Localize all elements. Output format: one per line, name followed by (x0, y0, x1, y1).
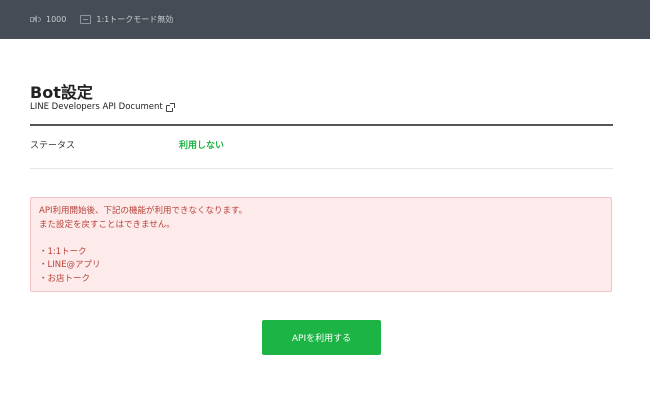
row-divider (30, 168, 613, 169)
speaker-icon (30, 15, 41, 24)
warning-item: ・お店トーク (39, 273, 91, 284)
section-divider (30, 124, 613, 126)
chat-mode-label: 1:1トークモード無効 (96, 15, 174, 24)
api-document-link-label: LINE Developers API Document (30, 102, 163, 112)
warning-box: API利用開始後、下記の機能が利用できなくなります。 また設定を戻すことはできま… (30, 197, 612, 292)
warning-item: ・1:1トーク (39, 246, 87, 257)
warning-item: ・LINE@アプリ (39, 260, 101, 270)
api-document-link[interactable]: LINE Developers API Document (30, 102, 175, 112)
message-count: 1000 (46, 15, 67, 24)
status-value: 利用しない (179, 141, 225, 151)
warning-line-1: API利用開始後、下記の機能が利用できなくなります。 (39, 206, 248, 216)
chat-mode-stat: 1:1トークモード無効 (80, 14, 173, 25)
use-api-button[interactable]: APIを利用する (262, 320, 381, 355)
external-link-icon (165, 102, 175, 112)
warning-line-2: また設定を戻すことはできません。 (39, 219, 175, 230)
page-title: Bot設定 (30, 83, 93, 102)
status-label: ステータス (30, 141, 76, 151)
top-bar: 1000 1:1トークモード無効 (0, 0, 650, 39)
message-count-stat: 1000 (30, 15, 66, 24)
chat-icon (80, 15, 92, 24)
